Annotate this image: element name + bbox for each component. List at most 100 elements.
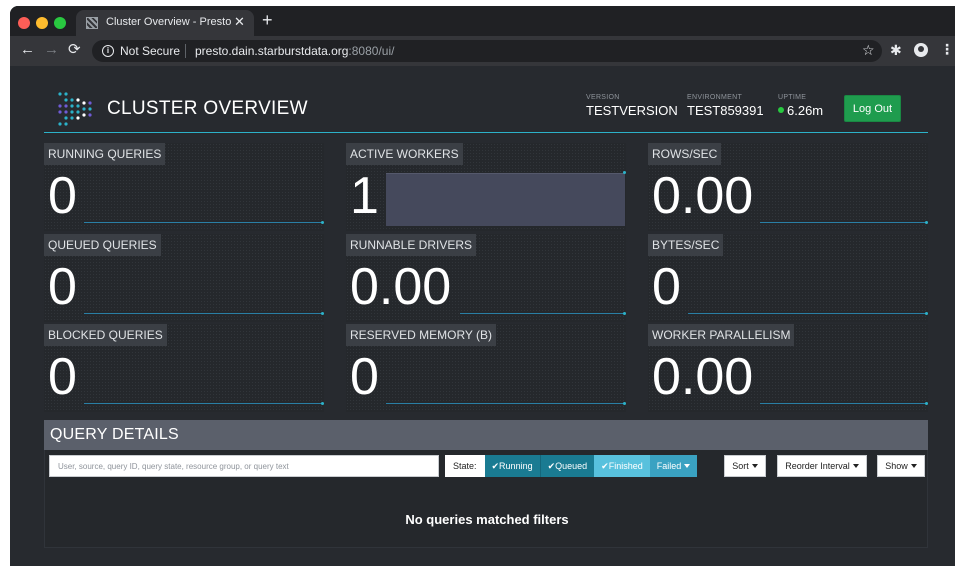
maximize-window-button[interactable]: [54, 17, 66, 29]
stat-label: BYTES/SEC: [648, 234, 724, 256]
sparkline-dot: [623, 402, 626, 405]
sparkline-dot: [321, 221, 324, 224]
stat-value: 1: [350, 167, 379, 225]
reorder-label: Reorder Interval: [785, 461, 850, 471]
extensions-puzzle-icon[interactable]: ✱: [890, 42, 902, 59]
sort-dropdown-button[interactable]: Sort: [724, 455, 766, 477]
sparkline: [460, 313, 624, 314]
stat-value: 0: [48, 258, 77, 316]
info-icon[interactable]: i: [102, 45, 114, 57]
sort-label: Sort: [732, 461, 749, 471]
uptime-value: 6.26m: [787, 103, 824, 118]
bookmark-star-icon[interactable]: ☆: [862, 42, 875, 59]
state-failed-dropdown[interactable]: Failed: [649, 455, 698, 477]
state-running-toggle[interactable]: ✔Running: [484, 455, 540, 477]
stat-reserved-memory: RESERVED MEMORY (B) 0: [346, 324, 626, 412]
state-finished-toggle[interactable]: ✔Finished: [594, 455, 650, 477]
uptime-label: UPTIME: [778, 94, 807, 101]
sparkline-dot: [623, 312, 626, 315]
logout-button[interactable]: Log Out: [844, 95, 901, 122]
back-arrow-icon[interactable]: ←: [20, 42, 35, 58]
chevron-down-icon: [751, 464, 758, 468]
tab-bar: Cluster Overview - Presto ✕ +: [10, 6, 955, 36]
show-label: Show: [885, 461, 908, 471]
query-search-input[interactable]: [49, 455, 439, 477]
sparkline-dot: [321, 402, 324, 405]
sparkline: [688, 313, 926, 314]
stat-active-workers: ACTIVE WORKERS 1: [346, 143, 626, 231]
reorder-interval-dropdown-button[interactable]: Reorder Interval: [777, 455, 867, 477]
reload-icon[interactable]: ⟳: [68, 42, 81, 58]
stat-blocked-queries: BLOCKED QUERIES 0: [44, 324, 324, 412]
stat-value: 0.00: [350, 258, 452, 316]
chevron-down-icon: [910, 464, 917, 468]
stat-running-queries: RUNNING QUERIES 0: [44, 143, 324, 231]
stat-label: RESERVED MEMORY (B): [346, 324, 497, 346]
environment-stat: ENVIRONMENT TEST859391: [687, 94, 764, 118]
uptime-stat: UPTIME 6.26m: [778, 94, 823, 118]
stat-queued-queries: QUEUED QUERIES 0: [44, 234, 324, 322]
status-dot-icon: [778, 107, 784, 113]
kebab-menu-icon[interactable]: ⋮: [940, 41, 954, 58]
sparkline-dot: [925, 402, 928, 405]
stat-label: RUNNING QUERIES: [44, 143, 166, 165]
tab-title: Cluster Overview - Presto: [106, 16, 232, 28]
new-tab-button[interactable]: +: [262, 10, 273, 31]
stat-label: ROWS/SEC: [648, 143, 722, 165]
stat-label: RUNNABLE DRIVERS: [346, 234, 477, 256]
sparkline: [84, 313, 322, 314]
query-details-panel: State: ✔Running ✔Queued ✔Finished Failed…: [44, 450, 928, 548]
browser-window: Cluster Overview - Presto ✕ + ← → ⟳ i No…: [10, 6, 955, 566]
sparkline: [760, 222, 926, 223]
tab-close-icon[interactable]: ✕: [234, 14, 245, 30]
stat-value: 0: [652, 258, 681, 316]
browser-toolbar: ← → ⟳ i Not Secure presto.dain.starburst…: [10, 36, 955, 66]
sparkline-dot: [623, 171, 626, 174]
presto-logo-icon: [58, 92, 92, 126]
stat-label: QUEUED QUERIES: [44, 234, 161, 256]
url-text[interactable]: presto.dain.starburstdata.org:8080/ui/: [195, 44, 394, 58]
minimize-window-button[interactable]: [36, 17, 48, 29]
cluster-header: CLUSTER OVERVIEW VERSION TESTVERSION ENV…: [44, 84, 928, 133]
sparkline-dot: [925, 221, 928, 224]
address-bar[interactable]: i Not Secure presto.dain.starburstdata.o…: [92, 40, 882, 62]
url-port-path: :8080/ui/: [348, 44, 395, 58]
stat-value: 0.00: [652, 167, 754, 225]
forward-arrow-icon[interactable]: →: [44, 42, 59, 58]
security-label: Not Secure: [120, 44, 181, 58]
version-stat: VERSION TESTVERSION: [586, 94, 678, 118]
sparkline: [84, 403, 322, 404]
query-details-header: QUERY DETAILS: [44, 420, 928, 450]
chevron-down-icon: [684, 464, 691, 468]
empty-results-message: No queries matched filters: [405, 512, 569, 527]
stat-label: BLOCKED QUERIES: [44, 324, 167, 346]
environment-value: TEST859391: [687, 103, 764, 118]
state-label: State:: [445, 455, 485, 477]
stat-runnable-drivers: RUNNABLE DRIVERS 0.00: [346, 234, 626, 322]
chevron-down-icon: [852, 464, 859, 468]
workers-bar: [386, 173, 625, 226]
sparkline-dot: [321, 312, 324, 315]
profile-icon[interactable]: [914, 43, 928, 57]
version-value: TESTVERSION: [586, 103, 678, 118]
stat-label: ACTIVE WORKERS: [346, 143, 463, 165]
state-queued-toggle[interactable]: ✔Queued: [539, 455, 595, 477]
presto-page: CLUSTER OVERVIEW VERSION TESTVERSION ENV…: [10, 66, 955, 566]
stat-value: 0.00: [652, 348, 754, 406]
page-title: CLUSTER OVERVIEW: [107, 98, 308, 119]
show-dropdown-button[interactable]: Show: [877, 455, 925, 477]
stat-worker-parallelism: WORKER PARALLELISM 0.00: [648, 324, 928, 412]
stat-value: 0: [48, 348, 77, 406]
url-host: presto.dain.starburstdata.org: [195, 44, 349, 58]
sparkline: [84, 222, 322, 223]
sparkline: [760, 403, 926, 404]
sparkline-dot: [925, 312, 928, 315]
stat-value: 0: [350, 348, 379, 406]
address-divider: [185, 44, 186, 58]
uptime-value-row: 6.26m: [778, 103, 823, 118]
browser-tab[interactable]: Cluster Overview - Presto ✕: [76, 10, 254, 36]
close-window-button[interactable]: [18, 17, 30, 29]
stat-label: WORKER PARALLELISM: [648, 324, 795, 346]
failed-label: Failed: [656, 461, 682, 471]
state-filter-group: State: ✔Running ✔Queued ✔Finished Failed: [445, 455, 698, 477]
